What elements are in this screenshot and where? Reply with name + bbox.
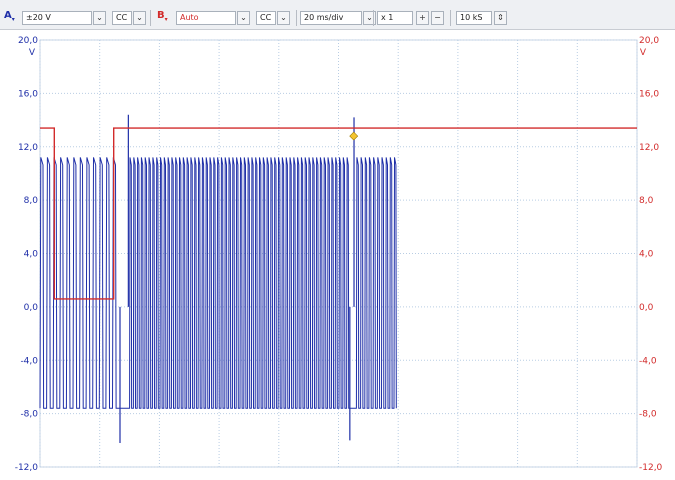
- y-axis-unit-right: V: [640, 48, 647, 58]
- y-tick-label-left: -4,0: [20, 356, 38, 366]
- y-tick-label-right: 12,0: [639, 143, 659, 153]
- y-tick-label-left: 0,0: [24, 303, 39, 313]
- y-tick-label-left: -8,0: [20, 410, 38, 420]
- y-tick-label-right: -12,0: [639, 463, 663, 473]
- y-tick-label-left: 8,0: [24, 196, 39, 206]
- channel-a-trace: [39, 157, 397, 409]
- y-tick-label-left: 20,0: [18, 36, 38, 46]
- y-tick-label-right: -8,0: [639, 410, 657, 420]
- y-tick-label-right: -4,0: [639, 356, 657, 366]
- y-tick-label-right: 0,0: [639, 303, 654, 313]
- y-tick-label-left: -12,0: [15, 463, 39, 473]
- cursor-marker: [349, 131, 359, 141]
- y-tick-label-right: 16,0: [639, 89, 659, 99]
- y-tick-label-left: 12,0: [18, 143, 38, 153]
- y-tick-label-right: 20,0: [639, 36, 659, 46]
- y-tick-label-left: 4,0: [24, 250, 39, 260]
- scope-plot[interactable]: 20,0 16,0 12,0 8,0 4,0 0,0 -4,0 -8,0 -12,0 20,0 16…: [0, 0, 675, 480]
- y-tick-label-left: 16,0: [18, 89, 38, 99]
- y-tick-label-right: 4,0: [639, 250, 654, 260]
- y-tick-label-right: 8,0: [639, 196, 654, 206]
- y-axis-unit-left: V: [29, 48, 36, 58]
